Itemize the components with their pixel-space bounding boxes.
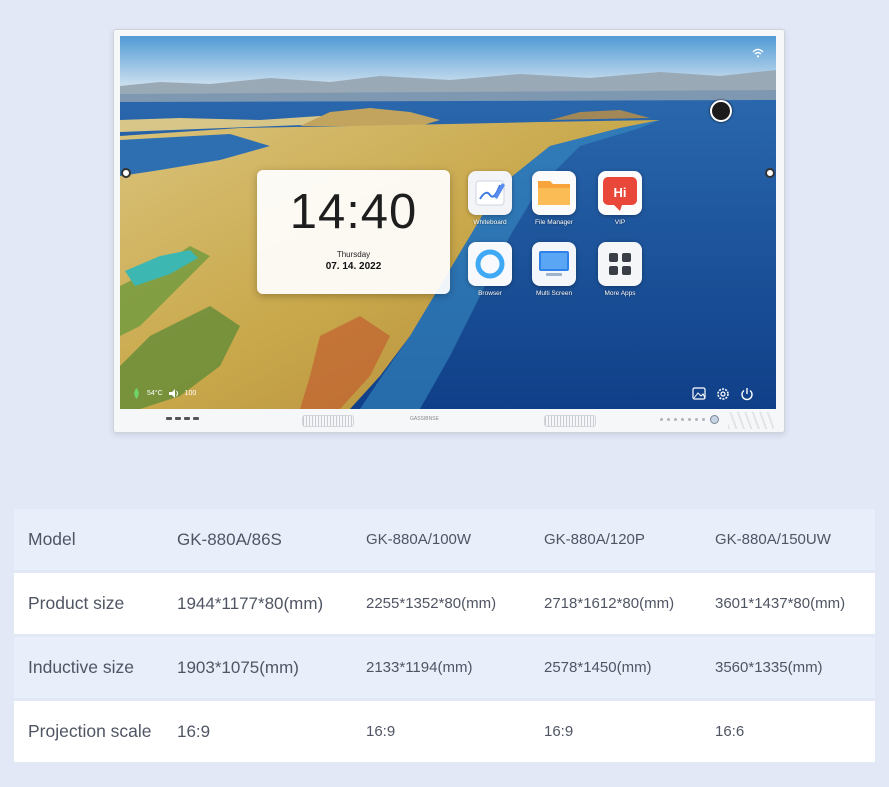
gallery-icon[interactable] xyxy=(692,387,706,400)
app-whiteboard[interactable]: Whiteboard xyxy=(458,171,522,226)
power-icon[interactable] xyxy=(740,387,754,401)
brand-logo: GASSIBNSE xyxy=(410,416,439,422)
light-sensor xyxy=(710,415,719,424)
folder-icon xyxy=(532,171,576,215)
volume-readout: 100 xyxy=(184,390,197,397)
table-cell: 2578*1450(mm) xyxy=(544,635,715,700)
table-row: Inductive size 1903*1075(mm) 2133*1194(m… xyxy=(14,635,875,700)
app-vip[interactable]: Hi VIP xyxy=(588,171,652,226)
system-shortcuts xyxy=(692,387,754,401)
table-cell: GK-880A/150UW xyxy=(715,509,875,572)
spec-table: Model GK-880A/86S GK-880A/100W GK-880A/1… xyxy=(14,509,875,762)
table-row: Product size 1944*1177*80(mm) 2255*1352*… xyxy=(14,571,875,636)
temperature-readout: 54°C xyxy=(147,390,163,397)
front-panel-buttons[interactable] xyxy=(166,417,199,420)
volume-icon[interactable] xyxy=(168,389,179,398)
table-cell: 16:9 xyxy=(544,699,715,762)
table-cell: 2255*1352*80(mm) xyxy=(366,571,544,636)
leaf-icon xyxy=(134,388,139,399)
table-cell: 1903*1075(mm) xyxy=(177,635,366,700)
table-cell: 3560*1335(mm) xyxy=(715,635,875,700)
interactive-panel-display: 14:40 Thursday 07. 14. 2022 Whiteboard F… xyxy=(113,29,785,433)
more-apps-icon xyxy=(598,242,642,286)
app-more-apps[interactable]: More Apps xyxy=(588,242,652,297)
table-cell: 1944*1177*80(mm) xyxy=(177,571,366,636)
table-row: Projection scale 16:9 16:9 16:9 16:6 xyxy=(14,699,875,762)
clock-date: 07. 14. 2022 xyxy=(325,261,382,272)
right-side-toolbar-handle[interactable] xyxy=(765,168,775,178)
row-label: Projection scale xyxy=(14,699,177,762)
row-label: Inductive size xyxy=(14,635,177,700)
table-cell: GK-880A/86S xyxy=(177,509,366,572)
app-label: Browser xyxy=(478,290,502,297)
app-file-manager[interactable]: File Manager xyxy=(522,171,586,226)
whiteboard-icon xyxy=(468,171,512,215)
app-multi-screen[interactable]: Multi Screen xyxy=(522,242,586,297)
table-cell: 2718*1612*80(mm) xyxy=(544,571,715,636)
table-cell: 3601*1437*80(mm) xyxy=(715,571,875,636)
home-screen: 14:40 Thursday 07. 14. 2022 Whiteboard F… xyxy=(120,36,776,409)
settings-gear-icon[interactable] xyxy=(716,387,730,401)
app-label: Whiteboard xyxy=(473,219,507,226)
multi-screen-icon xyxy=(532,242,576,286)
bezel-decoration xyxy=(728,412,774,429)
front-bezel: GASSIBNSE xyxy=(114,410,784,432)
app-label: File Manager xyxy=(535,219,573,226)
row-label: Model xyxy=(14,509,177,572)
vip-icon: Hi xyxy=(598,171,642,215)
speaker-grill-right xyxy=(544,415,596,427)
vip-icon-text: Hi xyxy=(614,185,627,200)
clock-day: Thursday xyxy=(336,250,371,259)
row-label: Product size xyxy=(14,571,177,636)
left-side-toolbar-handle[interactable] xyxy=(121,168,131,178)
status-bar: 54°C 100 xyxy=(132,388,196,399)
table-cell: GK-880A/120P xyxy=(544,509,715,572)
app-label: More Apps xyxy=(604,290,636,297)
clock-time: 14:40 xyxy=(289,185,418,239)
indicator-leds xyxy=(660,418,705,421)
speaker-grill-left xyxy=(302,415,354,427)
app-label: Multi Screen xyxy=(535,290,573,297)
table-cell: 16:9 xyxy=(366,699,544,762)
app-browser[interactable]: Browser xyxy=(458,242,522,297)
table-cell: GK-880A/100W xyxy=(366,509,544,572)
wifi-icon xyxy=(752,48,764,58)
app-label: VIP xyxy=(614,219,626,226)
table-cell: 2133*1194(mm) xyxy=(366,635,544,700)
table-row: Model GK-880A/86S GK-880A/100W GK-880A/1… xyxy=(14,509,875,572)
clock-widget: 14:40 Thursday 07. 14. 2022 xyxy=(257,170,450,294)
browser-icon xyxy=(468,242,512,286)
table-cell: 16:6 xyxy=(715,699,875,762)
floating-menu-button[interactable] xyxy=(710,100,732,122)
table-cell: 16:9 xyxy=(177,699,366,762)
